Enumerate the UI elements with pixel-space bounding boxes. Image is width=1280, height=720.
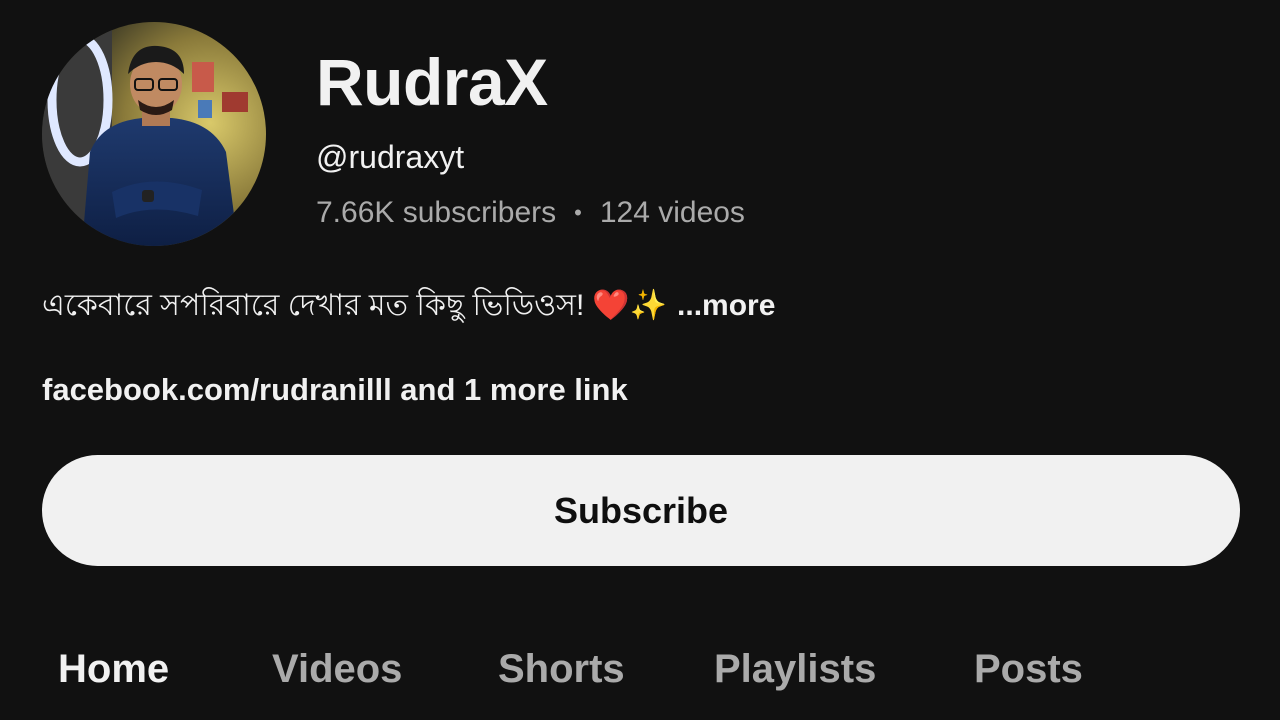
- tab-videos[interactable]: Videos: [272, 640, 402, 698]
- description-text: একেবারে সপরিবারে দেখার মত কিছু ভিডিওস!: [42, 289, 585, 322]
- tab-shorts[interactable]: Shorts: [498, 640, 625, 698]
- channel-page: RudraX @rudraxyt 7.66K subscribers • 124…: [0, 0, 1280, 720]
- channel-handle: @rudraxyt: [316, 139, 465, 175]
- channel-name: RudraX: [316, 45, 548, 119]
- subscriber-count: 7.66K subscribers: [316, 196, 557, 229]
- channel-description[interactable]: একেবারে সপরিবারে দেখার মত কিছু ভিডিওস! ❤…: [42, 284, 775, 328]
- tab-home[interactable]: Home: [58, 640, 169, 698]
- more-link[interactable]: ...more: [677, 284, 775, 328]
- tab-playlists[interactable]: Playlists: [714, 640, 876, 698]
- subscribe-button[interactable]: Subscribe: [42, 455, 1240, 566]
- video-count: 124 videos: [599, 196, 745, 229]
- channel-avatar[interactable]: [42, 22, 266, 246]
- channel-links[interactable]: facebook.com/rudranilll and 1 more link: [42, 368, 628, 412]
- channel-stats: 7.66K subscribers • 124 videos: [316, 193, 745, 233]
- stats-separator: •: [574, 200, 582, 225]
- avatar-image: [42, 22, 266, 246]
- channel-tabs: Home Videos Shorts Playlists Posts: [0, 640, 1280, 700]
- heart-sparkles-emoji: ❤️✨: [592, 289, 668, 322]
- tab-posts[interactable]: Posts: [974, 640, 1083, 698]
